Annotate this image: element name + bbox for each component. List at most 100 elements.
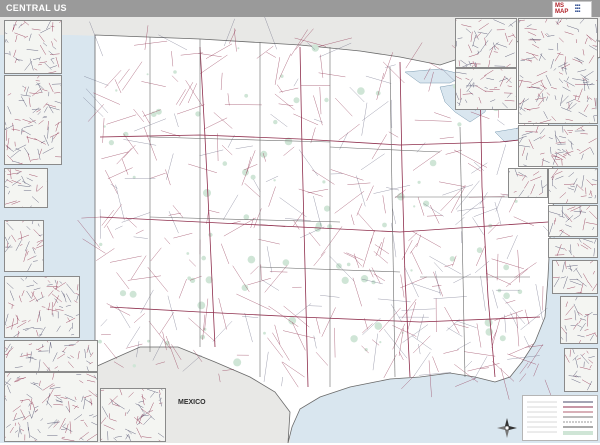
inset-map[interactable] (548, 168, 598, 204)
inset-road (507, 93, 511, 98)
inset-map[interactable] (100, 388, 166, 442)
inset-road (5, 201, 17, 205)
inset-road (35, 373, 37, 375)
inset-road (44, 72, 57, 74)
urban-area (485, 319, 493, 327)
urban-area (120, 290, 126, 296)
inset-road (114, 438, 117, 441)
inset-road (74, 301, 77, 303)
inset-road (48, 419, 57, 428)
inset-road (567, 287, 575, 289)
inset-road (15, 423, 16, 426)
inset-map[interactable] (4, 75, 62, 165)
inset-road (22, 181, 31, 186)
inset-road (27, 49, 39, 50)
inset-road (479, 20, 482, 22)
inset-road (595, 169, 597, 170)
inset-road (12, 318, 14, 329)
inset-map[interactable] (518, 125, 598, 167)
inset-road (29, 206, 32, 207)
inset-road (70, 421, 71, 433)
inset-map[interactable] (548, 205, 598, 237)
inset-road (71, 334, 74, 335)
inset-road (33, 383, 39, 384)
inset-road (37, 76, 44, 78)
inset-road (88, 347, 91, 355)
urban-area (147, 340, 150, 343)
inset-road (61, 291, 64, 298)
inset-road (43, 148, 54, 154)
inset-road (565, 225, 571, 228)
inset-road (6, 130, 7, 141)
inset-map[interactable] (548, 238, 598, 258)
inset-map[interactable] (4, 220, 44, 272)
inset-road (596, 79, 597, 81)
inset-road (27, 394, 33, 398)
inset-road (467, 82, 474, 92)
inset-map[interactable] (455, 68, 517, 110)
inset-road (69, 327, 72, 331)
inset-road (77, 295, 79, 301)
inset-road (19, 24, 22, 28)
inset-map[interactable] (518, 18, 598, 124)
inset-map[interactable] (560, 296, 598, 344)
inset-road (47, 401, 53, 408)
inset-road (589, 55, 594, 63)
inset-road (55, 309, 64, 311)
inset-map[interactable] (4, 340, 98, 372)
inset-map[interactable] (508, 168, 548, 198)
inset-road (91, 399, 92, 406)
inset-road (529, 139, 534, 149)
urban-area (251, 175, 256, 180)
inset-road (587, 315, 588, 327)
inset-road (540, 135, 545, 139)
inset-road (535, 98, 546, 100)
inset-road (40, 28, 50, 33)
inset-road (67, 357, 70, 359)
inset-map[interactable] (455, 18, 517, 68)
inset-map[interactable] (4, 168, 48, 208)
inset-road (83, 395, 91, 398)
inset-road (51, 26, 55, 27)
inset-road (27, 178, 33, 181)
inset-road (29, 403, 31, 406)
inset-road (43, 384, 54, 391)
inset-road (519, 190, 524, 197)
inset-road (109, 396, 118, 405)
inset-road (20, 429, 24, 431)
inset-road (23, 119, 31, 122)
inset-road (580, 323, 586, 331)
inset-road (578, 89, 582, 100)
inset-map[interactable] (4, 20, 62, 74)
inset-road (570, 281, 582, 285)
inset-road (525, 28, 537, 29)
inset-road (79, 432, 89, 439)
inset-road (91, 422, 97, 428)
urban-area (280, 75, 283, 78)
inset-road (539, 193, 542, 195)
inset-road (39, 34, 45, 42)
inset-road (24, 250, 27, 262)
inset-road (44, 135, 49, 146)
inset-road (534, 137, 542, 141)
inset-road (508, 35, 514, 37)
inset-road (456, 72, 467, 74)
inset-map[interactable] (4, 372, 98, 442)
inset-map[interactable] (552, 260, 598, 294)
inset-road (561, 108, 571, 112)
legend-graphics (523, 396, 597, 440)
urban-area (486, 328, 493, 335)
map-legend (522, 395, 598, 441)
inset-road (39, 381, 40, 386)
inset-road (458, 38, 463, 39)
inset-map[interactable] (564, 348, 598, 392)
inset-road (577, 358, 581, 360)
inset-road (519, 145, 530, 147)
inset-road (542, 158, 544, 166)
urban-area (324, 98, 328, 102)
inset-map[interactable] (4, 276, 80, 338)
inset-road (89, 390, 97, 398)
inset-road (465, 100, 467, 103)
inset-road (28, 153, 31, 162)
inset-road (30, 399, 32, 411)
